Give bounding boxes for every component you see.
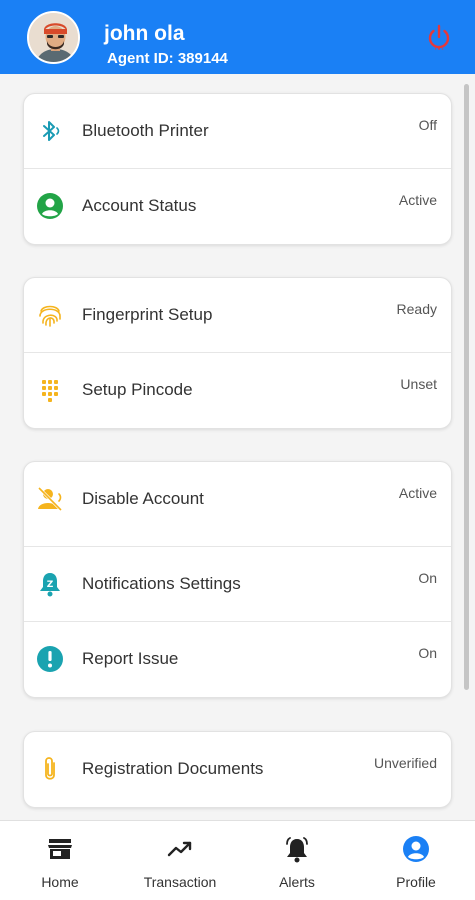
status-value: Off (418, 117, 437, 133)
settings-card-account: Disable Account Active Z Notifications S… (23, 461, 452, 698)
list-item-report-issue[interactable]: Report Issue On (24, 622, 451, 697)
scrollbar[interactable] (464, 84, 469, 690)
list-item-label: Account Status (82, 196, 197, 215)
bottom-navigation: Home Transaction Alerts Profile (0, 820, 475, 900)
avatar[interactable] (27, 11, 80, 64)
svg-text:Z: Z (47, 580, 54, 590)
profile-icon (403, 836, 429, 862)
fingerprint-icon (39, 305, 61, 327)
list-item-fingerprint-setup[interactable]: Fingerprint Setup Ready (24, 278, 451, 353)
account-circle-icon (37, 193, 63, 219)
notification-bell-icon: Z (40, 573, 60, 597)
settings-card-device: Bluetooth Printer Off Account Status Act… (23, 93, 452, 245)
paperclip-icon (45, 757, 55, 780)
status-value: Ready (396, 301, 437, 317)
list-item-registration-documents[interactable]: Registration Documents Unverified (24, 732, 451, 807)
user-name: john ola (104, 22, 185, 45)
list-item-label: Bluetooth Printer (82, 121, 209, 140)
store-icon (48, 839, 72, 859)
settings-card-documents: Registration Documents Unverified (23, 731, 452, 808)
logout-button[interactable] (424, 22, 454, 52)
settings-card-security: Fingerprint Setup Ready Setup Pincode Un… (23, 277, 452, 429)
list-item-label: Setup Pincode (82, 380, 193, 399)
nav-alerts[interactable]: Alerts (247, 821, 347, 900)
app-header: john ola Agent ID: 389144 (0, 0, 475, 74)
list-item-disable-account[interactable]: Disable Account Active (24, 462, 451, 547)
user-off-icon (37, 486, 63, 512)
bluetooth-icon (43, 121, 60, 141)
alert-circle-icon (37, 646, 63, 672)
list-item-label: Disable Account (82, 489, 204, 508)
nav-transaction[interactable]: Transaction (130, 821, 230, 900)
nav-label: Home (41, 874, 79, 890)
status-value: On (418, 645, 437, 661)
status-value: Unset (400, 376, 437, 392)
list-item-label: Report Issue (82, 649, 179, 668)
nav-label: Profile (396, 874, 436, 890)
status-value: Active (398, 485, 437, 501)
list-item-account-status[interactable]: Account Status Active (24, 169, 451, 244)
list-item-label: Notifications Settings (82, 574, 241, 593)
settings-content[interactable]: Bluetooth Printer Off Account Status Act… (0, 74, 475, 820)
nav-label: Alerts (279, 874, 315, 890)
trending-up-icon (167, 841, 192, 857)
list-item-setup-pincode[interactable]: Setup Pincode Unset (24, 353, 451, 428)
keypad-icon (42, 380, 58, 402)
status-value: Unverified (373, 755, 437, 771)
power-icon (428, 24, 450, 50)
list-item-notifications-settings[interactable]: Z Notifications Settings On (24, 547, 451, 622)
nav-label: Transaction (143, 874, 217, 890)
list-item-label: Registration Documents (82, 759, 264, 778)
avatar-icon (29, 13, 78, 62)
status-value: On (418, 570, 437, 586)
nav-profile[interactable]: Profile (366, 821, 466, 900)
list-item-bluetooth-printer[interactable]: Bluetooth Printer Off (24, 94, 451, 169)
list-item-label: Fingerprint Setup (82, 305, 213, 324)
bell-icon (286, 837, 308, 863)
nav-home[interactable]: Home (10, 821, 110, 900)
status-value: Active (398, 192, 437, 208)
agent-id: Agent ID: 389144 (107, 50, 228, 67)
